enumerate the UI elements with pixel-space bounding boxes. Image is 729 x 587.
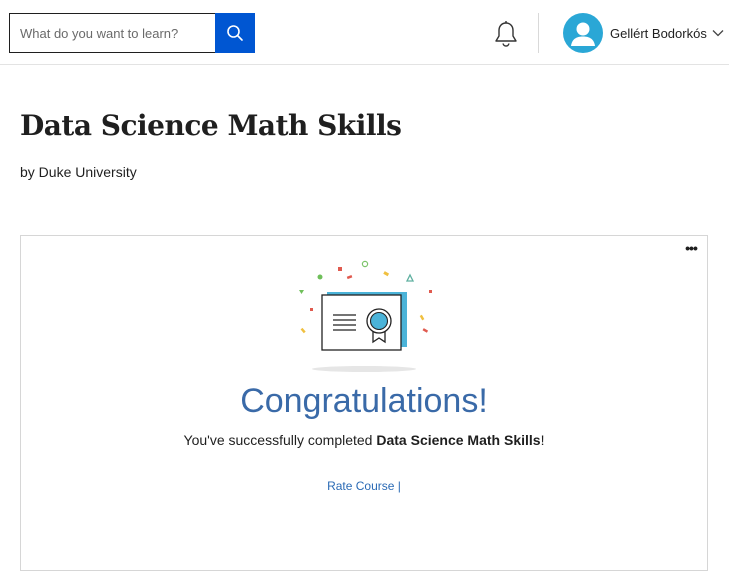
course-byline: by Duke University [20,164,137,180]
search-bar [9,13,255,53]
certificate-icon [299,260,432,372]
user-name[interactable]: Gellért Bodorkós [610,26,707,41]
search-button[interactable] [215,13,255,53]
congratulations-heading: Congratulations! [240,382,488,420]
rate-separator: | [394,479,401,493]
completion-card: ••• Congratulations! You've successfully… [20,235,708,571]
rate-course-row: Rate Course | [21,479,707,493]
rate-course-link[interactable]: Rate Course [327,479,394,493]
completion-message: You've successfully completed Data Scien… [21,432,707,448]
notifications-button[interactable] [493,20,519,48]
chevron-down-icon[interactable] [712,29,724,37]
more-options-button[interactable]: ••• [683,240,699,256]
completion-suffix: ! [540,432,545,448]
completed-course-name: Data Science Math Skills [376,432,541,448]
header-divider [538,13,539,53]
user-menu[interactable]: Gellért Bodorkós [563,13,724,53]
search-icon [227,25,243,41]
completion-prefix: You've successfully completed [183,432,377,448]
top-header: Gellért Bodorkós [0,0,729,65]
bell-icon [495,21,517,47]
user-avatar-icon [571,22,595,46]
avatar[interactable] [563,13,603,53]
search-input[interactable] [9,13,215,53]
more-options-icon: ••• [685,240,698,256]
page-title: Data Science Math Skills [20,109,402,142]
